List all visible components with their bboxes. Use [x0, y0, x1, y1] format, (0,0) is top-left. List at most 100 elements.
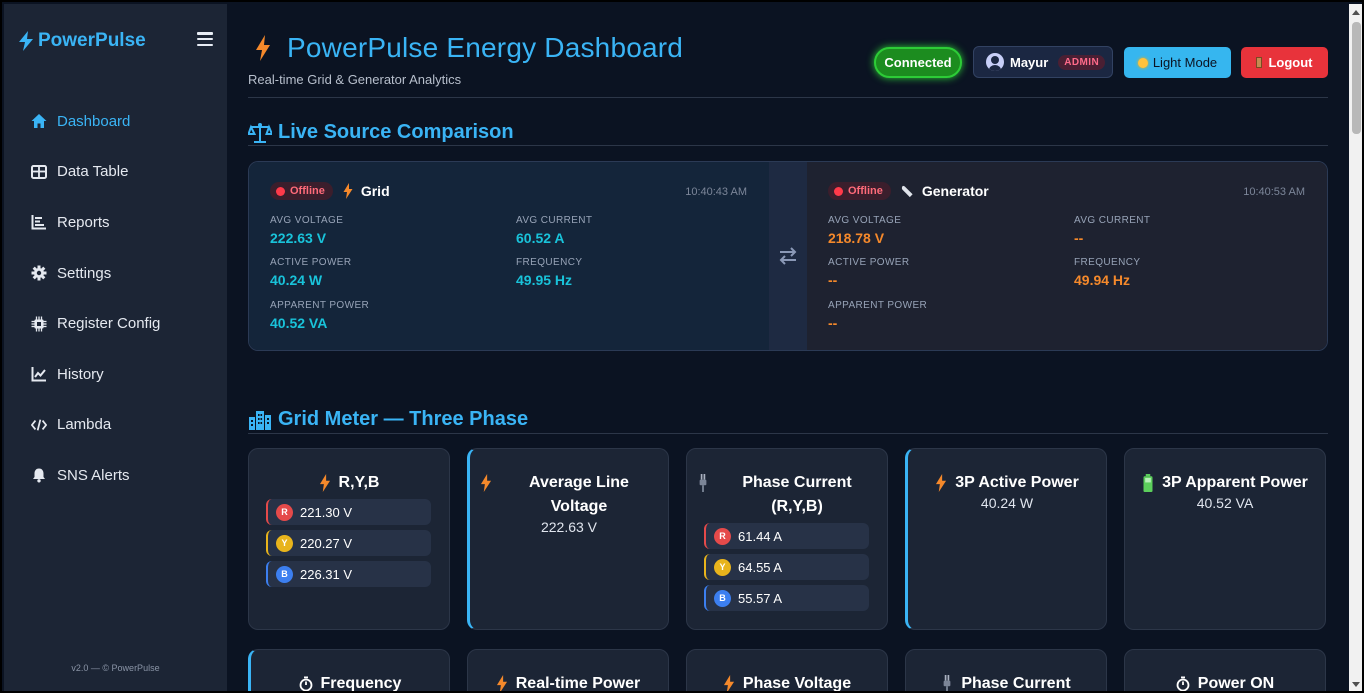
generator-active-power: ACTIVE POWER --: [828, 257, 909, 288]
sidebar-item-sns-alerts[interactable]: SNS Alerts: [4, 450, 227, 501]
sidebar-nav: Dashboard Data Table Reports Settings Re…: [4, 96, 227, 501]
active-power-card: 3P Active Power 40.24 W: [905, 448, 1107, 630]
status-dot-icon: [834, 186, 843, 196]
sidebar-item-register-config[interactable]: Register Config: [4, 298, 227, 349]
card-title-text: Phase Voltage: [742, 675, 852, 692]
grid-name: Grid: [343, 183, 390, 199]
phase-voltage-card: Phase Voltage: [686, 649, 888, 692]
phase-current-list: R 61.44 A Y 64.55 A B 55.57 A: [704, 523, 869, 616]
phase-row-y: Y 220.27 V: [266, 530, 431, 556]
sidebar-item-history[interactable]: History: [4, 349, 227, 400]
scroll-down-arrow-icon[interactable]: [1352, 682, 1360, 687]
bolt-icon: [319, 474, 330, 492]
light-mode-button[interactable]: Light Mode: [1124, 47, 1231, 78]
sidebar-footer: v2.0 — © PowerPulse: [71, 663, 160, 673]
phase-row-r: R 221.30 V: [266, 499, 431, 525]
metric-value: --: [1074, 230, 1084, 246]
sidebar-item-reports[interactable]: Reports: [4, 197, 227, 248]
grid-avg-current: AVG CURRENT 60.52 A: [516, 215, 592, 246]
phase-badge: Y: [276, 534, 293, 552]
grid-meter-heading: Grid Meter — Three Phase: [248, 408, 528, 431]
source-comparison-card: Offline Grid 10:40:43 AM AVG VOLTAGE 222…: [248, 161, 1328, 351]
card-title-text: Phase Current: [961, 675, 1071, 692]
phase-value: 226.31 V: [300, 566, 353, 582]
generator-apparent-power: APPARENT POWER --: [828, 300, 927, 331]
live-comparison-heading: Live Source Comparison: [248, 121, 514, 144]
metric-label: FREQUENCY: [1074, 257, 1141, 268]
phase-badge: Y: [714, 558, 731, 576]
header-divider: [248, 97, 1328, 98]
card-title-text: 3P Apparent Power: [1162, 474, 1308, 491]
bolt-icon: [256, 35, 270, 61]
generator-name: Generator: [901, 183, 989, 199]
line-chart-icon: [30, 365, 48, 383]
door-icon: [1256, 57, 1263, 68]
card-title-text: R,Y,B: [338, 474, 380, 491]
metric-value: 60.52 A: [516, 230, 565, 246]
battery-icon: [1143, 474, 1153, 492]
generator-avg-current: AVG CURRENT --: [1074, 215, 1150, 246]
bolt-icon: [19, 31, 33, 51]
card-title: 3P Apparent Power: [1125, 471, 1325, 495]
sidebar-item-data-table[interactable]: Data Table: [4, 147, 227, 198]
card-title: Phase Current: [906, 672, 1106, 692]
generator-frequency: FREQUENCY 49.94 Hz: [1074, 257, 1140, 288]
table-icon: [30, 163, 48, 181]
metric-label: FREQUENCY: [516, 257, 583, 268]
phase-badge: B: [276, 565, 293, 583]
metric-value: --: [828, 315, 838, 331]
metric-value: --: [828, 272, 838, 288]
metric-label: APPARENT POWER: [270, 300, 370, 311]
brand-logo[interactable]: PowerPulse: [18, 30, 146, 52]
section-title: Live Source Comparison: [278, 121, 514, 143]
metric-value: 218.78 V: [828, 230, 885, 246]
card-title: 3P Active Power: [908, 471, 1106, 495]
source-name: Generator: [921, 183, 989, 199]
grid-frequency: FREQUENCY 49.95 Hz: [516, 257, 582, 288]
card-title-text: Average Line Voltage: [529, 474, 629, 515]
grid-panel-header: Offline Grid: [270, 182, 390, 200]
sidebar-item-label: History: [57, 365, 104, 383]
chip-icon: [30, 315, 48, 333]
source-name: Grid: [360, 183, 390, 199]
grid-apparent-power: APPARENT POWER 40.52 VA: [270, 300, 369, 331]
scroll-up-arrow-icon[interactable]: [1352, 10, 1360, 15]
logout-label: Logout: [1268, 55, 1313, 70]
menu-toggle-icon[interactable]: [197, 32, 213, 46]
frequency-card: Frequency: [248, 649, 450, 691]
sidebar-item-label: Data Table: [57, 163, 129, 181]
power-on-card: Power ON: [1124, 649, 1326, 692]
metric-label: AVG VOLTAGE: [270, 215, 344, 226]
phase-current-chart-card: Phase Current: [905, 649, 1107, 692]
metric-value: 40.52 VA: [270, 315, 328, 331]
sidebar-item-label: Dashboard: [57, 112, 131, 130]
wrench-icon: [901, 185, 913, 197]
vertical-scrollbar[interactable]: [1349, 4, 1362, 691]
card-title: R,Y,B: [249, 471, 449, 495]
sidebar-item-dashboard[interactable]: Dashboard: [4, 96, 227, 147]
sidebar-item-label: Register Config: [57, 315, 161, 333]
bolt-icon: [343, 183, 353, 199]
card-title-text: Real-time Power: [515, 675, 641, 692]
card-value: 40.24 W: [980, 495, 1034, 511]
sidebar-item-settings[interactable]: Settings: [4, 248, 227, 299]
building-icon: [249, 410, 271, 430]
phase-row-b: B 226.31 V: [266, 561, 431, 587]
card-title: Real-time Power: [468, 672, 668, 692]
plug-icon: [699, 474, 707, 492]
card-title: Average Line Voltage: [470, 471, 668, 519]
grid-panel: Offline Grid 10:40:43 AM AVG VOLTAGE 222…: [249, 162, 769, 350]
grid-avg-voltage: AVG VOLTAGE 222.63 V: [270, 215, 343, 246]
card-title: Power ON: [1125, 672, 1325, 692]
sidebar-item-lambda[interactable]: Lambda: [4, 400, 227, 451]
generator-timestamp: 10:40:53 AM: [1243, 186, 1305, 198]
reports-icon: [30, 213, 48, 231]
brand-name: PowerPulse: [38, 30, 146, 51]
card-title-text: Power ON: [1197, 675, 1275, 692]
page-title: PowerPulse Energy Dashboard: [255, 32, 683, 64]
logout-button[interactable]: Logout: [1241, 47, 1328, 78]
user-menu[interactable]: Mayur ADMIN: [973, 46, 1113, 78]
metric-label: AVG VOLTAGE: [828, 215, 902, 226]
scrollbar-thumb[interactable]: [1352, 22, 1361, 134]
realtime-power-card: Real-time Power: [467, 649, 669, 692]
